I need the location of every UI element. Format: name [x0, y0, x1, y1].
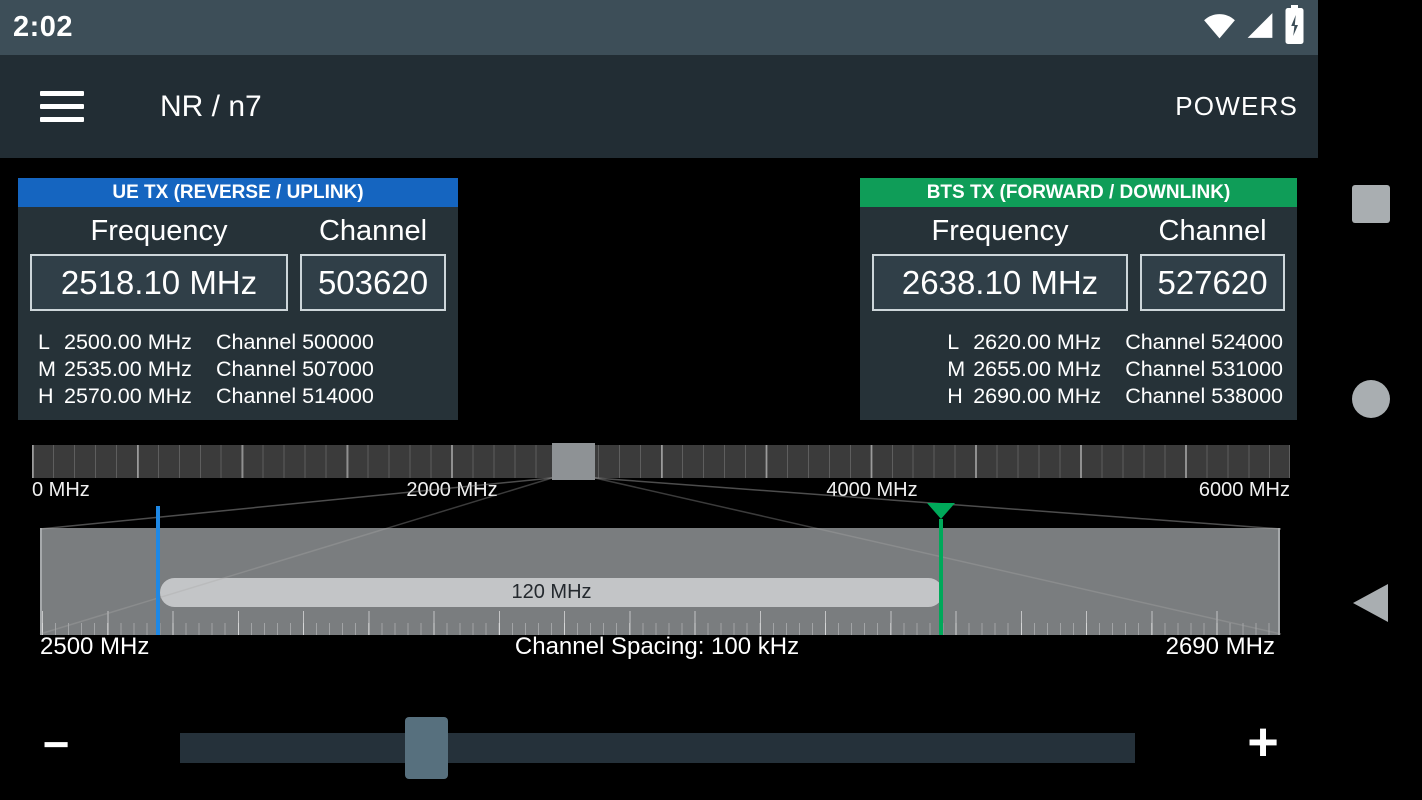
uplink-frequency-input[interactable]: 2518.10 MHz — [30, 254, 288, 311]
downlink-panel: BTS TX (FORWARD / DOWNLINK) Frequency Ch… — [860, 178, 1297, 420]
powers-button[interactable]: POWERS — [1175, 91, 1298, 122]
ruler-label-0: 0 MHz — [32, 479, 90, 502]
downlink-row-mid[interactable]: M 2655.00 MHz Channel 531000 — [860, 356, 1297, 383]
ruler-label-4000: 4000 MHz — [826, 479, 917, 502]
uplink-channel-input[interactable]: 503620 — [300, 254, 446, 311]
downlink-frequency-input[interactable]: 2638.10 MHz — [872, 254, 1128, 311]
uplink-row-low[interactable]: L 2500.00 MHz Channel 500000 — [18, 329, 458, 356]
uplink-channel-label: Channel — [300, 215, 446, 248]
uplink-row-high[interactable]: H 2570.00 MHz Channel 514000 — [18, 383, 458, 410]
uplink-band-edge-list: L 2500.00 MHz Channel 500000 M 2535.00 M… — [18, 329, 458, 410]
downlink-channel-label: Channel — [1140, 215, 1285, 248]
downlink-band-edge-list: L 2620.00 MHz Channel 524000 M 2655.00 M… — [860, 329, 1297, 410]
ruler-label-2000: 2000 MHz — [406, 479, 497, 502]
spectrum-overview-ruler[interactable] — [32, 445, 1290, 478]
downlink-panel-header: BTS TX (FORWARD / DOWNLINK) — [860, 178, 1297, 207]
zoom-slider-thumb[interactable] — [405, 717, 448, 779]
status-bar: 2:02 — [0, 0, 1318, 55]
recents-icon[interactable] — [1352, 185, 1390, 223]
downlink-row-low[interactable]: L 2620.00 MHz Channel 524000 — [860, 329, 1297, 356]
ruler-label-6000: 6000 MHz — [1199, 479, 1290, 502]
status-icons — [1203, 5, 1305, 50]
overview-viewport-highlight[interactable] — [552, 443, 595, 480]
bandwidth-pill[interactable]: 120 MHz — [160, 578, 943, 607]
band-detail-view[interactable]: 120 MHz — [40, 528, 1280, 635]
back-icon[interactable] — [1353, 584, 1388, 622]
hamburger-icon — [40, 91, 84, 96]
screen: 2:02 NR / n7 POWERS — [0, 0, 1422, 800]
uplink-frequency-marker[interactable] — [156, 506, 160, 635]
page-title: NR / n7 — [160, 90, 262, 124]
app-bar: NR / n7 POWERS — [0, 55, 1318, 158]
uplink-row-mid[interactable]: M 2535.00 MHz Channel 507000 — [18, 356, 458, 383]
zoom-in-button[interactable]: + — [1234, 710, 1292, 774]
downlink-frequency-label: Frequency — [872, 215, 1128, 248]
battery-charging-icon — [1284, 5, 1305, 50]
uplink-panel-header: UE TX (REVERSE / UPLINK) — [18, 178, 458, 207]
downlink-frequency-marker[interactable] — [939, 519, 943, 635]
downlink-row-high[interactable]: H 2690.00 MHz Channel 538000 — [860, 383, 1297, 410]
menu-button[interactable] — [40, 91, 84, 122]
band-end-label: 2690 MHz — [1166, 633, 1275, 661]
zoom-out-button[interactable]: − — [28, 714, 84, 774]
uplink-panel: UE TX (REVERSE / UPLINK) Frequency Chann… — [18, 178, 458, 420]
home-icon[interactable] — [1352, 380, 1390, 418]
zoom-slider-track[interactable] — [180, 733, 1135, 763]
cellular-signal-icon — [1246, 12, 1274, 44]
downlink-channel-input[interactable]: 527620 — [1140, 254, 1285, 311]
downlink-marker-handle-icon[interactable] — [927, 503, 955, 519]
uplink-frequency-label: Frequency — [30, 215, 288, 248]
clock: 2:02 — [13, 11, 73, 44]
channel-spacing-label: Channel Spacing: 100 kHz — [515, 633, 799, 661]
band-start-label: 2500 MHz — [40, 633, 149, 661]
wifi-icon — [1203, 12, 1236, 44]
